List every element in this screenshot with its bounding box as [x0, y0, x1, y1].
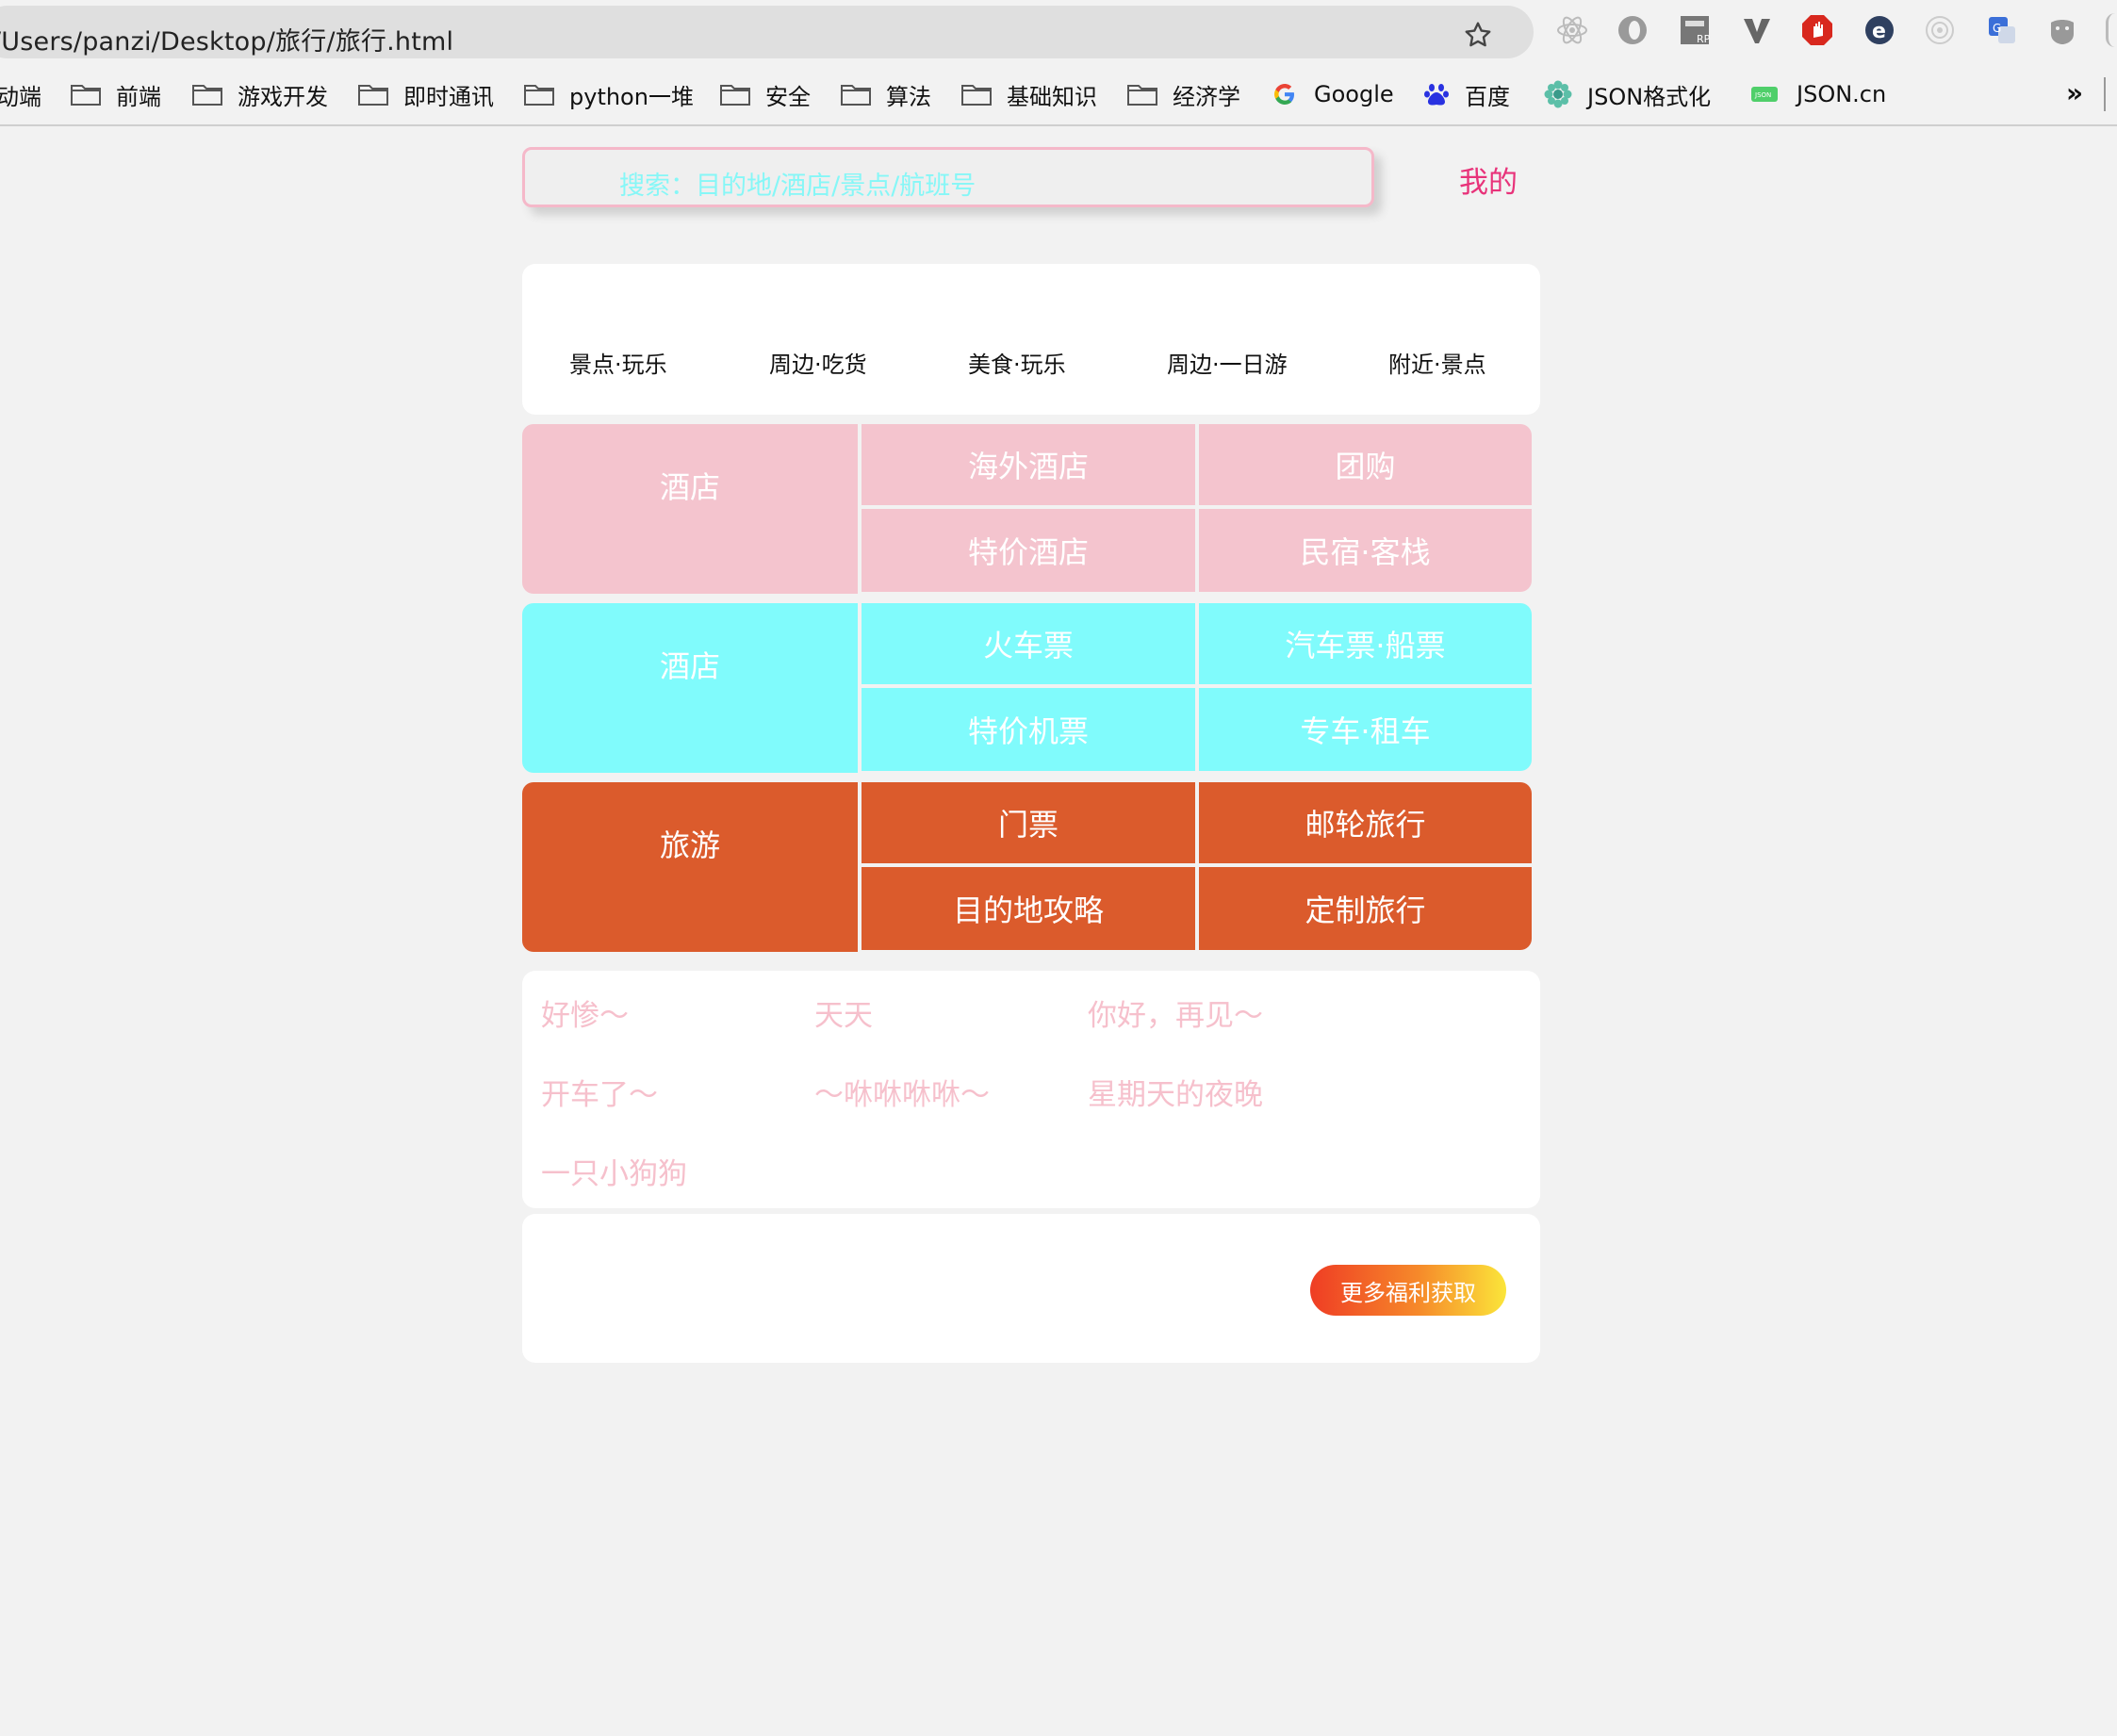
gear-flower-icon — [1544, 80, 1572, 108]
nav-item[interactable]: 周边·一日游 — [1167, 346, 1288, 379]
nav-item[interactable]: 附近·景点 — [1388, 346, 1486, 379]
rp-icon[interactable]: RP — [1678, 13, 1712, 47]
bookmark-label: 算法 — [886, 83, 931, 110]
bookmark-star-icon[interactable] — [1463, 20, 1493, 50]
folder-icon — [1127, 85, 1157, 106]
bookmark-label: Google — [1314, 81, 1394, 107]
bookmarks-overflow-button[interactable]: » — [2066, 77, 2083, 108]
react-icon[interactable] — [1555, 13, 1589, 47]
bookmark-folder[interactable]: 算法 — [841, 78, 931, 110]
service-main-travel[interactable]: 旅游 — [522, 782, 858, 952]
bookmark-label: 前端 — [116, 83, 161, 110]
url-text[interactable]: /Users/panzi/Desktop/旅行/旅行.html — [0, 21, 453, 57]
service-cell[interactable]: 民宿·客栈 — [1199, 509, 1532, 592]
nav-item[interactable]: 周边·吃货 — [769, 346, 867, 379]
service-cell[interactable]: 特价酒店 — [862, 509, 1195, 592]
folder-icon — [961, 85, 992, 106]
svg-text:e: e — [1872, 20, 1886, 43]
tag-link[interactable]: 星期天的夜晚 — [1088, 1071, 1263, 1113]
tag-link[interactable]: 你好，再见～ — [1088, 991, 1263, 1034]
search-placeholder: 搜索：目的地/酒店/景点/航班号 — [619, 172, 976, 201]
service-cell[interactable]: 定制旅行 — [1199, 867, 1532, 950]
bookmark-folder[interactable]: 前端 — [71, 78, 161, 110]
bookmark-folder[interactable]: python一堆 — [524, 78, 694, 110]
folder-icon — [192, 85, 222, 106]
service-cell[interactable]: 专车·租车 — [1199, 688, 1532, 771]
bookmark-label: 基础知识 — [1007, 83, 1097, 110]
bookmark-folder[interactable]: 基础知识 — [961, 78, 1097, 110]
service-cell[interactable]: 团购 — [1199, 424, 1532, 505]
bookmark-folder[interactable]: 经济学 — [1127, 78, 1240, 110]
bookmark-json-format[interactable]: JSON格式化 — [1544, 78, 1711, 110]
ghost-icon[interactable] — [2045, 13, 2079, 47]
service-cell[interactable]: 邮轮旅行 — [1199, 782, 1532, 863]
bookmark-folder[interactable]: 即时通讯 — [358, 78, 494, 110]
service-main-hotel[interactable]: 酒店 — [522, 424, 858, 594]
more-bonus-button[interactable]: 更多福利获取 — [1310, 1265, 1506, 1316]
svg-text:RP: RP — [1697, 33, 1711, 45]
ie-icon[interactable]: e — [1863, 13, 1896, 47]
service-cell[interactable]: 门票 — [862, 782, 1195, 863]
bookmark-label: JSON.cn — [1797, 81, 1887, 107]
nav-item[interactable]: 景点·玩乐 — [569, 346, 667, 379]
svg-text:G: G — [1993, 22, 2001, 35]
bookmark-label: 经济学 — [1173, 83, 1240, 110]
bookmark-label: python一堆 — [569, 83, 694, 110]
bookmark-item[interactable]: 动端 — [0, 78, 41, 110]
tag-link[interactable]: 天天 — [814, 991, 873, 1034]
google-icon — [1274, 84, 1294, 105]
service-cell[interactable]: 火车票 — [862, 603, 1195, 684]
service-row-travel: 旅游 门票 邮轮旅行 目的地攻略 定制旅行 — [522, 782, 1532, 952]
bookmark-label: 即时通讯 — [403, 83, 494, 110]
service-cell[interactable]: 特价机票 — [862, 688, 1195, 771]
tag-link[interactable]: 一只小狗狗 — [541, 1150, 687, 1192]
tag-link[interactable]: 开车了～ — [541, 1071, 658, 1113]
extension-edge — [2106, 13, 2115, 47]
bookmark-label: 动端 — [0, 83, 41, 110]
svg-text:JSON: JSON — [1754, 91, 1771, 99]
nav-item[interactable]: 美食·玩乐 — [968, 346, 1066, 379]
opera-icon[interactable] — [1616, 13, 1649, 47]
browser-toolbar: /Users/panzi/Desktop/旅行/旅行.html RP e G — [0, 0, 2117, 62]
json-badge-icon: JSON — [1751, 87, 1778, 102]
bookmark-json-cn[interactable]: JSON JSON.cn — [1751, 78, 1886, 110]
tag-link[interactable]: ～咻咻咻咻～ — [814, 1071, 990, 1113]
category-nav: 景点·玩乐 周边·吃货 美食·玩乐 周边·一日游 附近·景点 — [522, 264, 1540, 415]
bookmark-baidu[interactable]: 百度 — [1423, 78, 1510, 110]
bonus-card: 更多福利获取 — [522, 1214, 1540, 1363]
service-cell[interactable]: 目的地攻略 — [862, 867, 1195, 950]
service-cell[interactable]: 汽车票·船票 — [1199, 603, 1532, 684]
bookmark-label: 百度 — [1465, 83, 1510, 110]
service-row-hotel: 酒店 海外酒店 团购 特价酒店 民宿·客栈 — [522, 424, 1532, 594]
folder-icon — [720, 85, 750, 106]
service-row-transport: 酒店 火车票 汽车票·船票 特价机票 专车·租车 — [522, 603, 1532, 773]
adblock-icon[interactable] — [1800, 13, 1834, 47]
folder-icon — [71, 85, 101, 106]
folder-icon — [358, 85, 388, 106]
bookmark-folder[interactable]: 游戏开发 — [192, 78, 328, 110]
bookmark-label: 安全 — [765, 83, 811, 110]
address-bar[interactable]: /Users/panzi/Desktop/旅行/旅行.html — [0, 6, 1534, 58]
tag-link[interactable]: 好惨～ — [541, 991, 629, 1034]
bookmark-label: 游戏开发 — [238, 83, 328, 110]
service-cell[interactable]: 海外酒店 — [862, 424, 1195, 505]
folder-icon — [524, 85, 554, 106]
translate-icon[interactable]: G — [1985, 13, 2019, 47]
mine-link[interactable]: 我的 — [1459, 158, 1518, 201]
bookmark-label: JSON格式化 — [1587, 83, 1712, 110]
bookmarks-bar: 动端 前端 游戏开发 即时通讯 python一堆 安全 算法 基础知识 经济学 — [0, 62, 2117, 126]
v-icon[interactable] — [1740, 13, 1774, 47]
search-input[interactable]: 搜索：目的地/酒店/景点/航班号 — [522, 147, 1374, 207]
folder-icon — [841, 85, 871, 106]
toolbar-divider — [2104, 77, 2106, 111]
target-icon[interactable] — [1923, 13, 1957, 47]
bookmark-folder[interactable]: 安全 — [720, 78, 811, 110]
tag-list: 好惨～ 天天 你好，再见～ 开车了～ ～咻咻咻咻～ 星期天的夜晚 一只小狗狗 — [522, 971, 1540, 1208]
bookmark-google[interactable]: Google — [1272, 78, 1394, 110]
baidu-paw-icon — [1424, 84, 1449, 106]
service-main-transport[interactable]: 酒店 — [522, 603, 858, 773]
